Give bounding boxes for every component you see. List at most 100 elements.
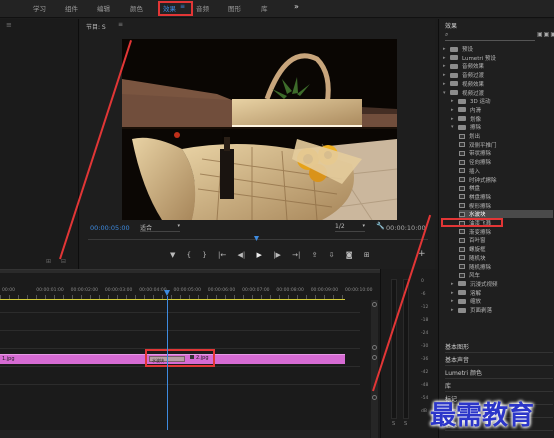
- solo-button-left[interactable]: S: [392, 421, 395, 427]
- ruler-tick-label: 00:00:05:00: [173, 288, 201, 293]
- effects-tree-item[interactable]: 划出: [459, 132, 553, 140]
- chevron-right-icon[interactable]: ▸: [451, 107, 458, 113]
- effects-tree-item[interactable]: 带状擦除: [459, 149, 553, 157]
- effects-tree-item[interactable]: 百叶窗: [459, 236, 553, 244]
- effects-tree-item[interactable]: 螺旋框: [459, 245, 553, 253]
- scroll-handle-icon[interactable]: [372, 302, 377, 307]
- workspace-tab-editing[interactable]: 编辑: [97, 3, 110, 13]
- chevron-right-icon[interactable]: ▸: [443, 63, 450, 69]
- effects-search-input[interactable]: ⌕: [445, 31, 535, 41]
- transition-effect-icon: [459, 246, 465, 252]
- mark-out-icon[interactable]: }: [202, 251, 206, 259]
- ruler-tick-label: 00:00: [2, 288, 15, 293]
- playback-resolution-select[interactable]: 1/2 ▾: [335, 223, 365, 232]
- lift-icon[interactable]: ⇪: [312, 251, 318, 259]
- effects-tree-item[interactable]: ▸ 溶解: [451, 289, 553, 297]
- scroll-handle-icon[interactable]: [372, 355, 377, 360]
- add-marker-icon[interactable]: ▼: [170, 251, 175, 259]
- panel-menu-icon[interactable]: ≡: [6, 21, 12, 29]
- effects-tree-item[interactable]: ▸ 划像: [451, 115, 553, 123]
- effects-tree-item[interactable]: ▾ 视频过渡: [443, 89, 553, 97]
- chevron-right-icon[interactable]: ▸: [451, 281, 458, 287]
- chevron-right-icon[interactable]: ▸: [443, 46, 450, 52]
- chevron-right-icon[interactable]: ▸: [451, 98, 458, 104]
- effects-filter-icons[interactable]: ▣▣▣: [537, 31, 554, 38]
- workspace-tab-assembly[interactable]: 组件: [65, 3, 78, 13]
- zoom-fit-select[interactable]: 适合 ▾: [140, 223, 180, 232]
- current-timecode[interactable]: 00:00:05:00: [90, 224, 130, 232]
- workspace-tab-graphics[interactable]: 图形: [228, 3, 241, 13]
- effects-tree-item[interactable]: ▾ 擦除: [451, 123, 553, 131]
- scroll-handle-icon[interactable]: [372, 345, 377, 350]
- chevron-right-icon[interactable]: ▸: [443, 81, 450, 87]
- work-area-bar[interactable]: [0, 299, 345, 300]
- effects-tree-item[interactable]: 棋盘擦除: [459, 193, 553, 201]
- chevron-right-icon[interactable]: ▸: [451, 290, 458, 296]
- chevron-down-icon[interactable]: ▾: [451, 124, 458, 130]
- step-forward-icon[interactable]: |▶: [273, 251, 281, 259]
- chevron-right-icon[interactable]: ▸: [443, 55, 450, 61]
- monitor-scrub-bar[interactable]: [88, 236, 428, 242]
- chevron-right-icon[interactable]: ▸: [451, 307, 458, 313]
- effects-tree-item[interactable]: 双侧平推门: [459, 141, 553, 149]
- folder-icon: [458, 307, 466, 313]
- effects-tree-item[interactable]: 渐变擦除: [459, 228, 553, 236]
- step-back-icon[interactable]: ◀|: [238, 251, 246, 259]
- timeline-horizontal-scrollbar[interactable]: [0, 430, 370, 438]
- folder-icon: [458, 290, 466, 296]
- chevron-right-icon[interactable]: ▸: [451, 298, 458, 304]
- effects-tree-label: 时钟式擦除: [469, 177, 497, 184]
- effects-tree-item[interactable]: 插入: [459, 167, 553, 175]
- effects-tree-item[interactable]: ▸ 沉浸式视频: [451, 280, 553, 288]
- workspace-tab-color[interactable]: 颜色: [130, 3, 143, 13]
- chevron-down-icon[interactable]: ▾: [443, 90, 450, 96]
- mark-in-icon[interactable]: {: [187, 251, 191, 259]
- double-chevron-right-icon[interactable]: »: [294, 2, 299, 11]
- go-to-in-icon[interactable]: |←: [218, 251, 226, 259]
- effects-tree-item[interactable]: ▸ 内滑: [451, 106, 553, 114]
- panel-libraries[interactable]: 库: [445, 379, 553, 392]
- chevron-right-icon[interactable]: ▸: [443, 72, 450, 78]
- panel-lumetri-color[interactable]: Lumetri 颜色: [445, 366, 553, 379]
- effects-tree-item[interactable]: ▸ Lumetri 预设: [443, 54, 553, 62]
- panel-essential-graphics[interactable]: 基本图形: [445, 340, 553, 353]
- monitor-menu-icon[interactable]: ≡: [118, 21, 123, 28]
- scroll-handle-icon[interactable]: [372, 395, 377, 400]
- go-to-out-icon[interactable]: →|: [292, 251, 300, 259]
- transition-effect-icon: [459, 264, 465, 269]
- solo-button-right[interactable]: S: [404, 421, 407, 427]
- wrench-icon[interactable]: 🔧: [376, 222, 385, 230]
- program-monitor: 节目: S ≡ 00:00:05:00 适合 ▾ 1/2 ▾ 🔧 00:00:1…: [80, 19, 435, 269]
- effects-tree-label: 插入: [469, 168, 481, 175]
- effects-tree-item[interactable]: 时钟式擦除: [459, 176, 553, 184]
- play-icon[interactable]: ▶: [256, 251, 261, 259]
- timeline-vertical-scrollbar[interactable]: [371, 300, 378, 438]
- effects-tree-item[interactable]: ▸ 缩放: [451, 297, 553, 305]
- workspace-tab-libraries[interactable]: 库: [261, 3, 268, 13]
- workspace-tab-learn[interactable]: 学习: [33, 3, 46, 13]
- ruler-tick-label: 00:00:04:00: [139, 288, 167, 293]
- effects-tree-item[interactable]: ▸ 音频效果: [443, 62, 553, 70]
- effects-tree-item[interactable]: 随机块: [459, 254, 553, 262]
- folder-icon: [450, 63, 458, 69]
- panel-footer-icons[interactable]: ⊞ ⊟: [46, 258, 70, 265]
- compare-view-icon[interactable]: ⊞: [364, 251, 370, 259]
- db-label: -54: [421, 396, 429, 401]
- effects-tree-item[interactable]: ▸ 3D 运动: [451, 97, 553, 105]
- workspace-tab-audio[interactable]: 音频: [196, 3, 209, 13]
- panel-essential-sound[interactable]: 基本声音: [445, 353, 553, 366]
- effects-tree-item[interactable]: 风车: [459, 271, 553, 279]
- effects-tree-item[interactable]: 径向擦除: [459, 158, 553, 166]
- workspace-bar: 学习 组件 编辑 颜色 效果 ≡ 音频 图形 库 »: [0, 0, 554, 18]
- watermark-logo: 最需教育: [430, 401, 535, 431]
- effects-tree-item[interactable]: 棋盘: [459, 184, 553, 192]
- effects-tree-item[interactable]: ▸ 视频效果: [443, 80, 553, 88]
- extract-icon[interactable]: ⇩: [329, 251, 335, 259]
- camera-icon[interactable]: ◙: [346, 251, 353, 259]
- effects-tree-item[interactable]: 楔形擦除: [459, 202, 553, 210]
- effects-tree-item[interactable]: 随机擦除: [459, 263, 553, 271]
- chevron-right-icon[interactable]: ▸: [451, 116, 458, 122]
- effects-tree-item[interactable]: ▸ 音频过渡: [443, 71, 553, 79]
- effects-tree-item[interactable]: ▸ 预设: [443, 45, 553, 53]
- effects-tree-item[interactable]: ▸ 页面剥落: [451, 306, 553, 314]
